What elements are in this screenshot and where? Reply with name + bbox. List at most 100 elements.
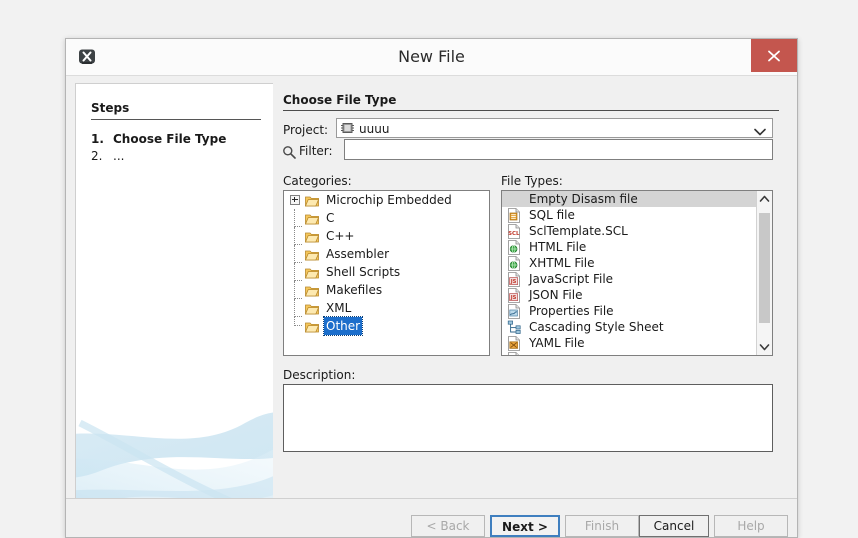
json-file-icon: JS (507, 288, 521, 303)
folder-icon (304, 248, 320, 261)
scl-file-icon: SCL (507, 224, 521, 239)
folder-icon (304, 266, 320, 279)
tree-branch-line (294, 209, 302, 227)
html-file-icon (507, 240, 521, 255)
step-number: 2. (91, 149, 103, 163)
new-file-dialog: New File Steps 1. Choose File Type 2.... (65, 38, 798, 538)
close-button[interactable] (751, 39, 797, 72)
category-row[interactable]: Microchip Embedded (284, 191, 489, 209)
category-row[interactable]: C (284, 209, 489, 227)
category-row[interactable]: Shell Scripts (284, 263, 489, 281)
folder-icon (304, 320, 320, 333)
file-type-row[interactable]: Properties File (502, 303, 756, 319)
window-title: New File (398, 47, 465, 66)
project-value: uuuu (359, 122, 390, 136)
categories-label: Categories: (283, 174, 352, 188)
xhtml-file-icon (507, 256, 521, 271)
category-label: Other (322, 316, 364, 336)
chevron-down-icon[interactable] (754, 125, 766, 139)
tree-branch-line (294, 227, 302, 245)
chevron-down-icon (759, 344, 770, 351)
file-type-row[interactable]: Empty Disasm file (502, 191, 756, 207)
steps-pane: Steps 1. Choose File Type 2.... (75, 83, 274, 522)
search-icon (282, 145, 296, 162)
file-types-scrollport: Empty Disasm file SQL file SCL SclTemplate.… (502, 191, 756, 355)
css-file-icon (507, 320, 521, 335)
category-label: XML (326, 301, 352, 315)
file-type-row[interactable]: SQL file (502, 207, 756, 223)
properties-file-icon (507, 304, 521, 319)
page-title: Choose File Type (283, 93, 779, 111)
tree-branch-line (294, 317, 302, 326)
file-type-row[interactable]: YAML File (502, 335, 756, 351)
category-row[interactable]: Other (284, 316, 489, 336)
category-row[interactable]: XML (284, 299, 489, 317)
filter-label: Filter: (299, 144, 333, 158)
filter-input[interactable] (344, 139, 773, 160)
file-type-row[interactable]: JS JSON File (502, 287, 756, 303)
step-item-2: 2.... (91, 149, 124, 163)
file-type-label: JavaScript File (529, 272, 614, 286)
file-type-row[interactable]: SCL SclTemplate.SCL (502, 223, 756, 239)
tree-branch-line (294, 299, 302, 317)
file-type-row[interactable]: JS JavaScript File (502, 271, 756, 287)
chevron-up-icon (759, 195, 770, 202)
expand-toggle-icon[interactable] (290, 195, 300, 205)
description-label: Description: (283, 368, 356, 382)
dialog-footer: < Back Next > Finish Cancel Help (66, 498, 797, 537)
cancel-button[interactable]: Cancel (639, 515, 709, 537)
category-label: Assembler (326, 247, 390, 261)
file-types-scrollbar[interactable] (756, 191, 772, 355)
sql-file-icon (507, 208, 521, 223)
step-label: Choose File Type (113, 132, 227, 146)
category-row[interactable]: Assembler (284, 245, 489, 263)
folder-icon (304, 302, 320, 315)
category-label: C++ (326, 229, 355, 243)
project-label: Project: (283, 123, 329, 137)
file-types-list[interactable]: Empty Disasm file SQL file SCL SclTemplate.… (501, 190, 773, 356)
javascript-file-icon: JS (507, 272, 521, 287)
step-number: 1. (91, 132, 104, 146)
finish-button[interactable]: Finish (565, 515, 639, 537)
file-type-row[interactable]: HTML File (502, 239, 756, 255)
dialog-body: Steps 1. Choose File Type 2.... Choose F… (66, 76, 797, 538)
steps-heading: Steps (91, 101, 261, 120)
folder-icon (304, 284, 320, 297)
back-button[interactable]: < Back (411, 515, 485, 537)
svg-text:JS: JS (510, 295, 517, 301)
file-type-label: Empty Disasm file (529, 192, 638, 206)
file-type-label: HTML File (529, 240, 587, 254)
category-row[interactable]: Makefiles (284, 281, 489, 299)
step-item-1: 1. Choose File Type (91, 132, 226, 146)
yaml-file-icon (507, 336, 521, 351)
file-type-row[interactable]: XHTML File (502, 255, 756, 271)
help-button[interactable]: Help (714, 515, 788, 537)
generic-file-icon (507, 352, 521, 355)
category-row[interactable]: C++ (284, 227, 489, 245)
category-label: Microchip Embedded (326, 193, 452, 207)
scroll-up-button[interactable] (757, 191, 772, 207)
file-type-label: Properties File (529, 304, 614, 318)
file-type-label: Cascading Style Sheet (529, 320, 664, 334)
file-type-label: YAML File (529, 336, 585, 350)
folder-icon (304, 212, 320, 225)
file-type-label: XHTML File (529, 256, 595, 270)
file-type-label: JSON File (529, 288, 583, 302)
category-label: Shell Scripts (326, 265, 401, 279)
svg-text:SCL: SCL (508, 231, 520, 237)
svg-text:JS: JS (510, 279, 517, 285)
project-combobox[interactable]: uuuu (336, 118, 773, 138)
chip-icon (341, 122, 354, 134)
title-bar: New File (66, 39, 797, 76)
scrollbar-thumb[interactable] (759, 213, 770, 323)
file-type-row[interactable] (502, 351, 756, 355)
next-button[interactable]: Next > (490, 515, 560, 537)
tree-branch-line (294, 281, 302, 299)
file-type-row[interactable]: Cascading Style Sheet (502, 319, 756, 335)
tree-branch-line (294, 263, 302, 281)
categories-list[interactable]: Microchip Embedded C C++ Assembler Shell Scr… (283, 190, 490, 356)
scroll-down-button[interactable] (757, 339, 772, 355)
close-icon (768, 50, 780, 62)
folder-icon (304, 230, 320, 243)
category-label: C (326, 211, 335, 225)
